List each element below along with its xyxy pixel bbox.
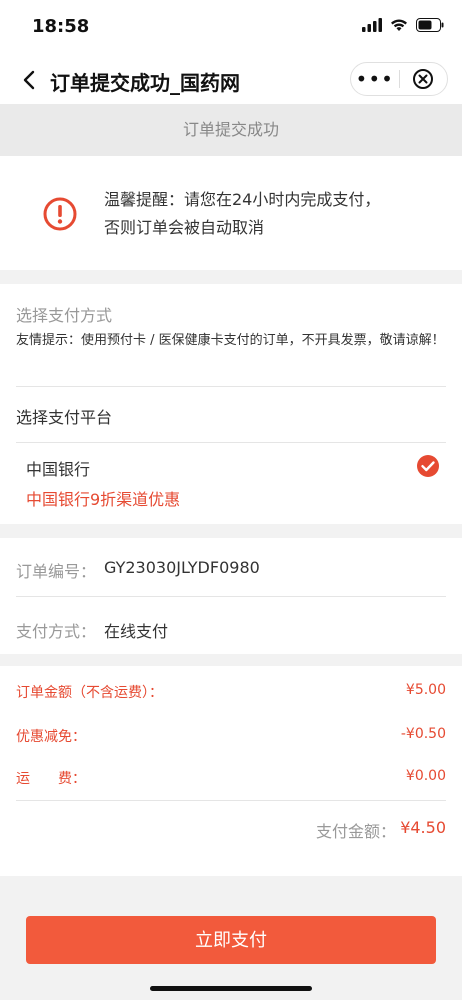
status-icons <box>362 18 444 32</box>
notice-line-2: 否则订单会被自动取消 <box>104 218 265 237</box>
order-number-value: GY23030JLYDF0980 <box>104 558 260 577</box>
notice-line-1: 温馨提醒：请您在24小时内完成支付， <box>104 190 381 209</box>
status-time: 18:58 <box>32 16 90 37</box>
payment-tip: 友情提示：使用预付卡 / 医保健康卡支付的订单，不开具发票，敬请谅解！ <box>16 333 445 348</box>
order-amount-value: ¥5.00 <box>405 682 446 698</box>
total-amount-label: 支付金额： <box>315 822 396 841</box>
home-indicator <box>150 986 312 991</box>
payment-platform-title: 选择支付平台 <box>16 408 113 427</box>
divider <box>16 596 446 597</box>
order-number-label: 订单编号： <box>16 562 97 581</box>
selected-check-icon[interactable] <box>416 454 440 478</box>
mini-program-capsule: ••• <box>350 62 448 96</box>
shipping-label: 运 费： <box>16 771 86 787</box>
payment-method-label: 支付方式： <box>16 622 97 641</box>
more-button[interactable]: ••• <box>351 62 399 96</box>
pay-now-button[interactable]: 立即支付 <box>26 916 436 964</box>
divider <box>16 800 446 801</box>
signal-icon <box>362 18 382 32</box>
wifi-icon <box>391 19 407 31</box>
close-circle-icon <box>413 69 434 89</box>
bank-promo-text: 中国银行9折渠道优惠 <box>26 490 181 509</box>
payment-method-title: 选择支付方式 <box>16 306 113 325</box>
page-title: 订单提交成功_国药网 <box>50 71 240 95</box>
shipping-value: ¥0.00 <box>405 768 446 784</box>
order-success-header: 订单提交成功 <box>0 104 462 156</box>
bank-option-name: 中国银行 <box>26 460 91 479</box>
battery-icon <box>416 18 444 32</box>
back-arrow-icon[interactable] <box>16 66 44 94</box>
close-button[interactable] <box>399 68 447 90</box>
total-amount-value: ¥4.50 <box>400 818 446 837</box>
nav-bar: 订单提交成功_国药网 ••• <box>0 56 462 104</box>
payment-method-value: 在线支付 <box>104 622 169 641</box>
notice-text: 温馨提醒：请您在24小时内完成支付， 否则订单会被自动取消 <box>104 186 380 242</box>
exclamation-icon <box>43 197 77 231</box>
discount-value: -¥0.50 <box>400 726 446 742</box>
discount-label: 优惠减免： <box>16 729 86 745</box>
status-bar: 18:58 <box>0 0 462 56</box>
divider <box>16 442 446 443</box>
order-amount-label: 订单金额（不含运费）： <box>16 685 163 701</box>
divider <box>16 386 446 387</box>
